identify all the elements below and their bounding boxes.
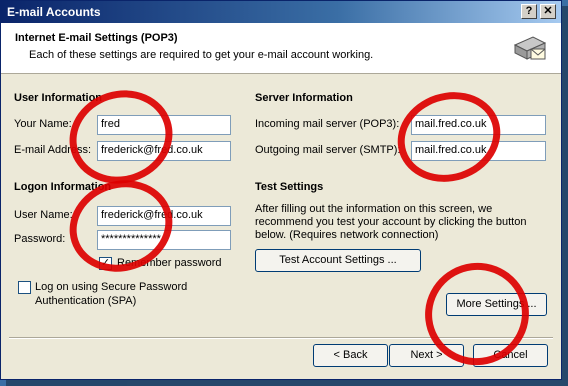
your-name-label: Your Name: <box>14 118 72 130</box>
help-button[interactable]: ? <box>521 4 537 19</box>
spa-label-line-2: Authentication (SPA) <box>35 295 137 307</box>
logon-info-heading: Logon Information <box>14 181 112 193</box>
test-settings-heading: Test Settings <box>255 181 324 193</box>
user-info-heading: User Information <box>14 92 103 104</box>
spa-label-line-1: Log on using Secure Password <box>35 281 188 293</box>
dialog-header: Internet E-mail Settings (POP3) Each of … <box>1 23 561 74</box>
incoming-server-label: Incoming mail server (POP3): <box>255 118 400 130</box>
next-button[interactable]: Next > <box>389 344 464 367</box>
close-button[interactable]: ✕ <box>540 4 556 19</box>
password-field[interactable]: ************** <box>97 230 231 250</box>
back-button[interactable]: < Back <box>313 344 388 367</box>
cancel-button[interactable]: Cancel <box>473 344 548 367</box>
outgoing-server-label: Outgoing mail server (SMTP): <box>255 144 401 156</box>
email-address-label: E-mail Address: <box>14 144 92 156</box>
header-subtitle: Each of these settings are required to g… <box>29 49 374 61</box>
test-settings-text-2: recommend you test your account by click… <box>255 216 527 228</box>
spa-checkbox[interactable] <box>18 281 31 294</box>
email-address-field[interactable]: frederick@fred.co.uk <box>97 141 231 161</box>
mail-server-icon <box>513 36 547 60</box>
test-settings-text-3: below. (Requires network connection) <box>255 229 439 241</box>
user-name-field[interactable]: frederick@fred.co.uk <box>97 206 231 226</box>
remember-password-checkbox[interactable]: ✓ <box>99 257 112 270</box>
test-settings-text-1: After filling out the information on thi… <box>255 203 493 215</box>
annotation-circle-server-info <box>385 79 513 195</box>
server-info-heading: Server Information <box>255 92 353 104</box>
email-accounts-dialog: E-mail Accounts ? ✕ Internet E-mail Sett… <box>0 0 562 380</box>
outgoing-server-field[interactable]: mail.fred.co.uk <box>411 141 546 161</box>
password-label: Password: <box>14 233 66 245</box>
user-name-label: User Name: <box>14 209 73 221</box>
remember-password-label: Remember password <box>117 257 222 269</box>
more-settings-button[interactable]: More Settings ... <box>446 293 547 316</box>
header-title: Internet E-mail Settings (POP3) <box>15 32 178 44</box>
your-name-field[interactable]: fred <box>97 115 231 135</box>
title-bar: E-mail Accounts ? ✕ <box>1 1 561 23</box>
incoming-server-field[interactable]: mail.fred.co.uk <box>411 115 546 135</box>
button-divider <box>9 337 553 339</box>
window-title: E-mail Accounts <box>7 5 101 19</box>
test-account-settings-button[interactable]: Test Account Settings ... <box>255 249 421 272</box>
